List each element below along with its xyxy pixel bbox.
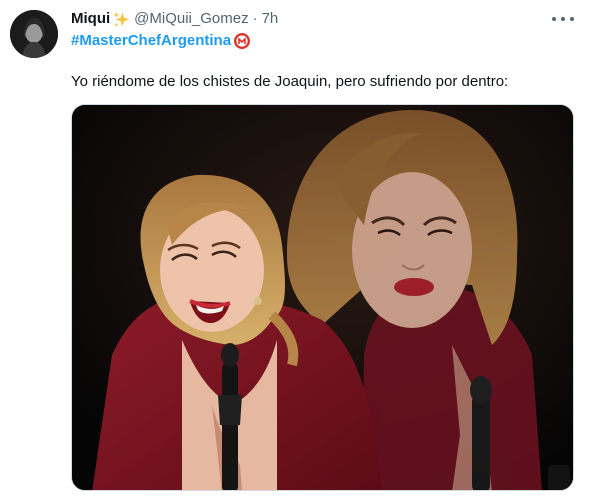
tweet-header: Miqui @MiQuii_Gomez · 7h [71, 10, 278, 28]
hashtag-line: #MasterChefArgentina [71, 31, 251, 51]
meme-image [72, 105, 573, 490]
avatar-image [10, 10, 58, 58]
tweet-text: Yo riéndome de los chistes de Joaquin, p… [71, 73, 509, 90]
tweet-photo[interactable] [71, 104, 574, 491]
tweet-time[interactable]: 7h [262, 10, 279, 28]
more-icon[interactable] [552, 10, 574, 28]
sparkles-icon [113, 11, 130, 28]
tweet[interactable]: Miqui @MiQuii_Gomez · 7h #MasterChefArge… [0, 0, 590, 503]
separator-dot: · [252, 10, 258, 27]
masterchef-hashflag-icon [234, 33, 251, 49]
author-name[interactable]: Miqui [71, 10, 110, 28]
author-handle[interactable]: @MiQuii_Gomez [134, 10, 248, 28]
hashtag-link[interactable]: #MasterChefArgentina [71, 31, 231, 51]
avatar[interactable] [10, 10, 58, 58]
